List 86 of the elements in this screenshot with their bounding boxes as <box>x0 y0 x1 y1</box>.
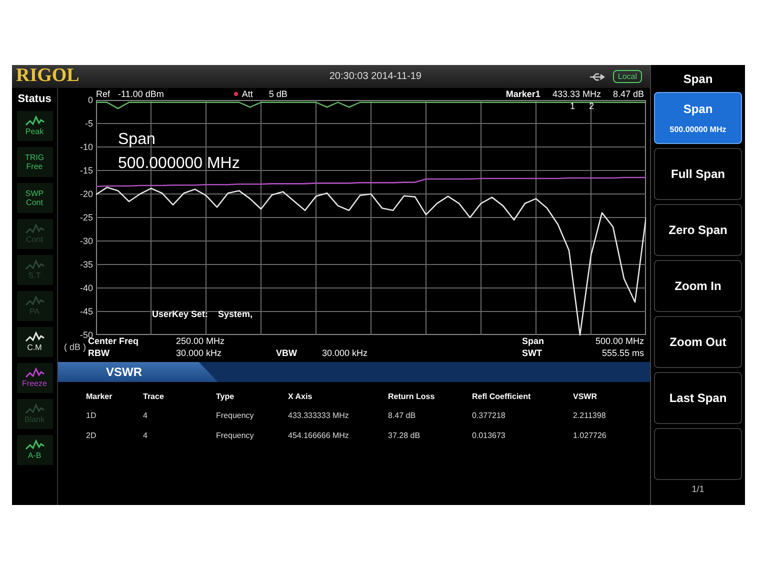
y-tick-label: -45 <box>80 306 93 316</box>
column-header: X Axis <box>288 392 314 402</box>
ref-label: Ref <box>96 89 110 99</box>
table-cell-text: 4 <box>143 411 148 421</box>
table-cell-text: 454.166666 MHz <box>288 431 350 441</box>
page-indicator: 1/1 <box>690 483 706 496</box>
column-header: Return Loss <box>388 392 436 402</box>
setting-label: Span <box>522 335 546 347</box>
userkey-value: System, <box>218 308 253 321</box>
y-tick-label: -25 <box>80 212 93 222</box>
local-badge: Local <box>612 70 642 83</box>
table-cell-text: 433.333333 MHz <box>288 411 350 421</box>
column-header: Marker <box>86 392 114 402</box>
table-cell-text: 37.28 dB <box>388 431 422 441</box>
marker-number: 2 <box>589 101 594 111</box>
usb-icon <box>588 72 605 82</box>
status-label: Free <box>26 162 43 170</box>
setting-label: SWT <box>522 347 543 359</box>
table-cell-text: 2D <box>86 431 98 441</box>
y-tick-label: -30 <box>80 236 93 246</box>
trace-wave-icon <box>24 403 44 415</box>
column-header: VSWR <box>573 392 598 402</box>
status-label: Freeze <box>22 379 47 388</box>
trace-wave-icon <box>24 331 44 343</box>
trace-wave-icon <box>24 367 44 379</box>
status-top-label: SWP <box>25 188 44 198</box>
table-cell-text: 1.027726 <box>573 431 608 441</box>
y-tick-label: -40 <box>80 283 93 293</box>
menu-title: Span <box>682 70 714 88</box>
userkey-label: UserKey Set: <box>152 308 208 321</box>
setting-label: VBW <box>276 347 298 359</box>
setting-value: 500.00 MHz <box>594 335 644 347</box>
status-title: Status <box>18 92 52 107</box>
setting-label: RBW <box>88 347 110 359</box>
table-cell-text: Frequency <box>216 431 255 441</box>
ref-value: -11.00 dBm <box>118 89 164 99</box>
status-label: C.M <box>27 343 42 352</box>
y-tick-label: 0 <box>88 95 93 105</box>
status-top-label: TRIG <box>24 152 44 162</box>
y-tick-label: -10 <box>80 142 93 152</box>
menu-button[interactable]: Zero Span <box>654 204 742 256</box>
column-header: Trace <box>143 392 165 402</box>
logo: RIGOL <box>15 64 80 88</box>
setting-value: 555.55 ms <box>600 347 644 359</box>
y-tick-label: -15 <box>80 166 93 176</box>
status-label: Cont <box>26 198 43 206</box>
setting-value: 30.000 kHz <box>322 347 369 359</box>
datetime: 20:30:03 2014-11-19 <box>328 70 422 84</box>
column-header: Refl Coefficient <box>472 392 532 402</box>
status-label: A-B <box>28 451 42 460</box>
table-cell-text: 0.013673 <box>472 431 506 441</box>
y-tick-label: -20 <box>80 189 93 199</box>
y-tick-label: -35 <box>80 260 93 270</box>
table-cell-text: 1D <box>86 411 98 421</box>
blank-menu-button[interactable] <box>654 428 742 480</box>
overlay-title: Span <box>118 130 156 150</box>
trace-wave-icon <box>24 223 44 235</box>
marker-number: 1 <box>570 101 576 111</box>
setting-value: 30.000 kHz <box>175 347 223 359</box>
table-cell-text: 0.377218 <box>472 411 506 421</box>
att-label: Att <box>242 89 253 99</box>
unit-label: ( dB ) <box>64 341 86 353</box>
status-label: Peak <box>25 127 44 136</box>
trace-wave-icon <box>24 295 44 307</box>
table-cell-text: Frequency <box>216 411 255 421</box>
trace-wave-icon <box>24 439 44 451</box>
y-tick-label: -5 <box>84 118 93 128</box>
att-value: 5 dB <box>268 89 288 99</box>
y-tick-label: -50 <box>80 330 93 340</box>
trace-wave-icon <box>24 115 44 127</box>
table-cell-text: 8.47 dB <box>388 411 417 421</box>
table-cell-text: 4 <box>143 431 148 441</box>
menu-button[interactable]: Last Span <box>654 372 742 424</box>
menu-button[interactable]: Zoom In <box>654 260 742 312</box>
menu-button[interactable]: Span 500.00000 MHz <box>654 92 742 144</box>
menu-button[interactable]: Full Span <box>654 148 742 200</box>
column-header: Type <box>216 392 236 402</box>
vswr-tab[interactable]: VSWR <box>58 362 218 382</box>
table-cell-text: 2.211398 <box>573 411 607 421</box>
setting-value: 250.00 MHz <box>175 335 226 347</box>
overlay-value: 500.000000 MHz <box>118 154 240 174</box>
menu-button[interactable]: Zoom Out <box>654 316 742 368</box>
marker-label: Marker1 <box>506 89 540 99</box>
marker-value: 8.47 dB <box>612 89 644 99</box>
trace-wave-icon <box>24 259 44 271</box>
marker-frequency: 433.33 MHz <box>552 89 601 99</box>
